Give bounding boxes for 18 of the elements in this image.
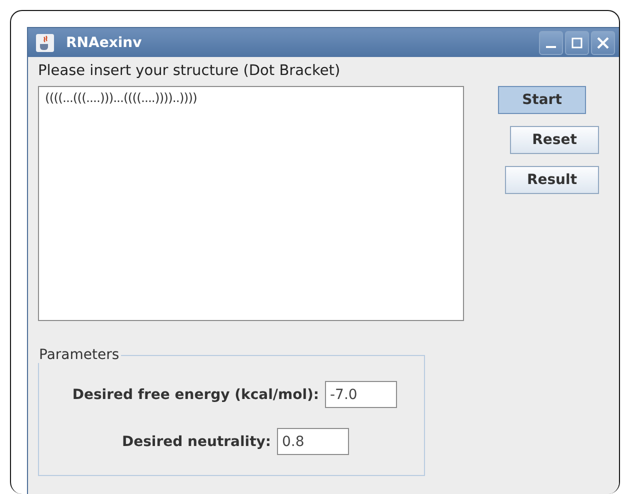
field-label: Desired free energy (kcal/mol): [71,386,319,402]
action-button[interactable]: Start [498,86,586,114]
field-label: Desired neutrality: [120,434,271,450]
input-field[interactable]: -7.0 [325,381,397,408]
minimize-icon [546,46,556,48]
structure-input[interactable]: ((((...(((....)))...((((....))))..)))) [38,86,464,321]
java-cup-icon [36,34,54,52]
action-button[interactable]: Reset [510,126,599,154]
maximize-icon [571,36,583,48]
close-button[interactable] [591,30,615,54]
maximize-button[interactable] [565,30,589,54]
minimize-button[interactable] [539,30,563,54]
panel-title: Parameters [38,347,120,363]
window-title: RNAexinv [66,34,143,50]
close-icon [597,36,609,48]
input-field[interactable]: 0.8 [277,428,349,455]
prompt-label: Please insert your structure (Dot Bracket) [38,63,342,79]
action-button[interactable]: Result [505,166,599,194]
